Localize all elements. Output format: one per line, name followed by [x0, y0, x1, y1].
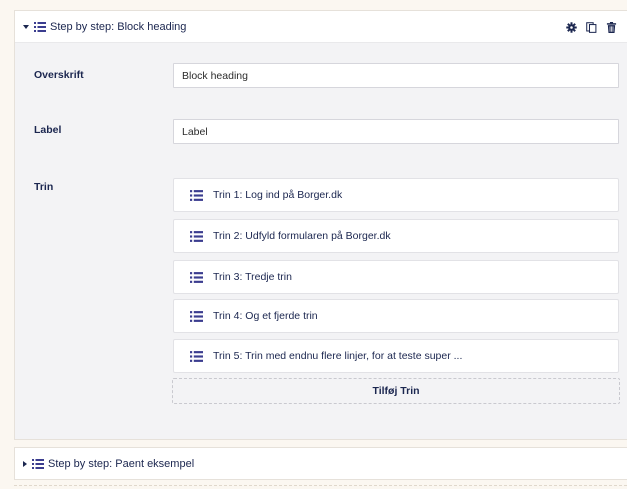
step-item[interactable]: Trin 2: Udfyld formularen på Borger.dk [173, 219, 619, 253]
list-icon [34, 21, 46, 33]
step-item[interactable]: Trin 4: Og et fjerde trin [173, 299, 619, 333]
add-step-button[interactable]: Tilføj Trin [172, 378, 620, 404]
overskrift-input[interactable] [173, 63, 619, 88]
block-title: Step by step: Block heading [50, 20, 187, 33]
step-label: Trin 1: Log ind på Borger.dk [213, 189, 343, 201]
block-actions [566, 11, 617, 43]
field-label-label: Label [34, 124, 62, 136]
step-item[interactable]: Trin 3: Tredje trin [173, 260, 619, 294]
step-item[interactable]: Trin 5: Trin med endnu flere linjer, for… [173, 339, 619, 373]
field-label-overskrift: Overskrift [34, 69, 84, 81]
list-icon [190, 310, 203, 323]
field-label-trin: Trin [34, 181, 54, 193]
step-label: Trin 3: Tredje trin [213, 271, 292, 283]
step-label: Trin 4: Og et fjerde trin [213, 310, 318, 322]
divider [14, 485, 627, 486]
copy-icon[interactable] [586, 21, 597, 33]
list-icon [32, 458, 44, 470]
step-label: Trin 2: Udfyld formularen på Borger.dk [213, 230, 391, 242]
settings-icon[interactable] [566, 21, 577, 33]
label-input[interactable] [173, 119, 619, 144]
step-item[interactable]: Trin 1: Log ind på Borger.dk [173, 178, 619, 212]
chevron-right-icon[interactable] [23, 460, 27, 467]
block-title: Step by step: Paent eksempel [48, 457, 195, 470]
delete-icon[interactable] [606, 21, 617, 33]
list-icon [190, 271, 203, 284]
list-icon [190, 350, 203, 363]
block-header[interactable]: Step by step: Block heading [15, 11, 627, 43]
step-by-step-block-collapsed[interactable]: Step by step: Paent eksempel [14, 447, 627, 480]
step-label: Trin 5: Trin med endnu flere linjer, for… [213, 350, 463, 362]
list-icon [190, 230, 203, 243]
chevron-down-icon[interactable] [23, 24, 29, 29]
step-by-step-block-expanded: Step by step: Block heading Overskrift B… [14, 10, 627, 440]
list-icon [190, 189, 203, 202]
